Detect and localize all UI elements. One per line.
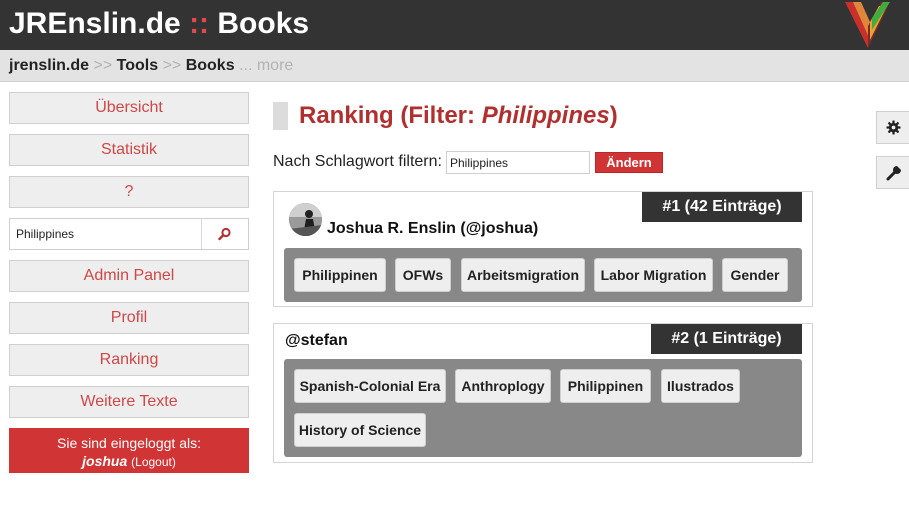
sidebar-item-statistik[interactable]: Statistik [9,134,249,166]
tag-item[interactable]: Philippinen [560,369,651,403]
tag-filter-label: Nach Schlagwort filtern: [273,153,442,170]
sidebar-item-weitere-texte[interactable]: Weitere Texte [9,386,249,418]
site-title-separator: :: [189,7,210,40]
page-title-filter: Philippines [481,102,610,129]
breadcrumb-bar: jrenslin.de >> Tools >> Books ... more [0,50,909,82]
tag-item[interactable]: Arbeitsmigration [461,258,585,292]
tag-item[interactable]: Anthroplogy [455,369,551,403]
tag-item[interactable]: Spanish-Colonial Era [294,369,446,403]
ranking-card: #2 (1 Einträge) @stefan Spanish-Colonial… [273,323,813,463]
tag-item[interactable]: Labor Migration [594,258,713,292]
sidebar-search-input[interactable] [10,219,201,249]
tag-item[interactable]: Gender [722,258,788,292]
breadcrumb: jrenslin.de >> Tools >> Books ... more [9,57,293,75]
breadcrumb-separator: >> [93,57,113,74]
site-section[interactable]: Books [217,7,309,40]
site-title[interactable]: JREnslin.de :: Books [9,6,309,42]
page-title: Ranking (Filter: Philippines) [299,101,618,131]
user-name[interactable]: @stefan [285,332,348,350]
page-title-prefix: Ranking (Filter: [299,102,476,129]
settings-button[interactable] [876,111,909,144]
tag-item[interactable]: Ilustrados [661,369,740,403]
tag-item[interactable]: OFWs [395,258,451,292]
tag-item[interactable]: History of Science [294,413,426,447]
rank-badge: #2 (1 Einträge) [651,324,802,354]
page-title-suffix: ) [609,102,618,129]
search-icon [218,227,231,241]
sidebar: Übersicht Statistik ? Admin Panel Profil… [9,92,249,473]
tag-panel: Spanish-Colonial Era Anthroplogy Philipp… [284,359,802,457]
sidebar-item-uebersicht[interactable]: Übersicht [9,92,249,124]
avatar[interactable] [289,203,322,236]
sidebar-item-ranking[interactable]: Ranking [9,344,249,376]
gear-icon [886,120,901,135]
avatar-image [289,203,322,236]
sidebar-item-admin-panel[interactable]: Admin Panel [9,260,249,292]
sidebar-search-button[interactable] [201,219,248,249]
title-accent-bar [273,102,288,130]
sidebar-item-help[interactable]: ? [9,176,249,208]
breadcrumb-item-tools[interactable]: Tools [117,57,158,74]
breadcrumb-more[interactable]: ... more [239,57,293,74]
login-status-box: Sie sind eingeloggt als: joshua (Logout) [9,428,249,473]
site-brand[interactable]: JREnslin.de [9,7,181,40]
top-header-bar: JREnslin.de :: Books [0,0,909,50]
login-status-label: Sie sind eingeloggt als: [57,435,201,451]
user-name[interactable]: Joshua R. Enslin (@joshua) [327,220,538,238]
sidebar-item-profil[interactable]: Profil [9,302,249,334]
logout-link[interactable]: (Logout) [131,455,176,469]
wrench-icon [886,166,901,181]
tag-panel: Philippinen OFWs Arbeitsmigration Labor … [284,248,802,302]
tools-button[interactable] [876,156,909,189]
sidebar-search [9,218,249,250]
tag-filter-submit-button[interactable]: Ändern [595,152,663,173]
ranking-card: #1 (42 Einträge) Joshua R. Enslin (@josh… [273,191,813,307]
rank-badge: #1 (42 Einträge) [642,192,802,222]
breadcrumb-item-home[interactable]: jrenslin.de [9,57,89,74]
logged-in-username[interactable]: joshua [82,453,127,469]
site-logo-icon[interactable] [843,0,891,50]
tag-filter-input[interactable] [446,151,590,174]
breadcrumb-item-books[interactable]: Books [186,57,235,74]
tag-item[interactable]: Philippinen [294,258,386,292]
breadcrumb-separator: >> [162,57,182,74]
